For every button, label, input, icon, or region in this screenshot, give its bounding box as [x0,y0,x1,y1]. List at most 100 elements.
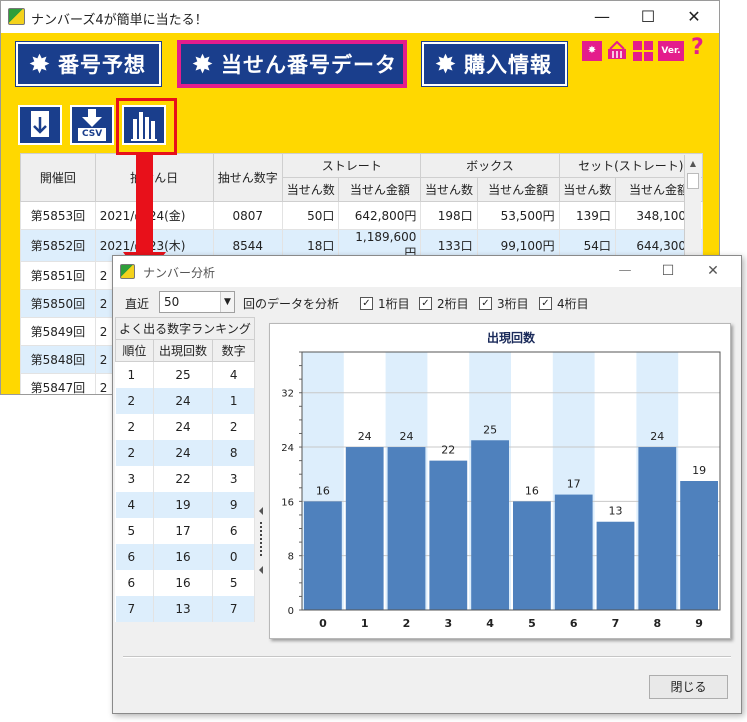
basket-icon[interactable] [606,40,628,61]
csv-export-button[interactable]: CSV [70,105,114,145]
footer-divider [123,656,731,658]
bar-value-label: 25 [483,423,497,436]
ranking-count: 13 [153,595,214,622]
burst-icon: ✸ [191,50,215,80]
ranking-digit: 0 [212,543,255,570]
y-tick-label: 32 [281,389,294,400]
ranking-row[interactable]: 4 19 9 [115,491,255,518]
scroll-up-icon[interactable]: ▲ [685,155,701,172]
import-button[interactable] [18,105,62,145]
ranking-row[interactable]: 2 24 1 [115,387,255,414]
frequency-chart-panel: 出現回数 0 8 16 24 32 16 0 24 1 24 2 22 3 25 4 16 5 17 6 13 7 24 8 1… [269,323,731,639]
header-number[interactable]: 抽せん数字 [212,153,284,202]
ranking-count: 25 [153,361,214,388]
table-row[interactable]: 第5853回 2021/○/24(金) 0807 50口 642,800円 198口 53,… [20,201,704,230]
main-window-title: ナンバーズ4が簡単に当たる！ [31,13,208,28]
ranking-header-digit[interactable]: 数字 [212,339,255,362]
chart-bar [429,460,468,610]
chart-bar [596,521,635,610]
y-tick-label: 16 [281,497,294,508]
cell-round: 第5851回 [20,261,96,290]
ranking-digit: 2 [212,413,255,440]
range-select[interactable]: 50 ▼ [159,291,235,313]
scroll-thumb[interactable] [687,173,699,189]
header-straight-amount[interactable]: 当せん金額 [338,177,422,202]
digit-4-label: 4桁目 [557,297,589,311]
bar-value-label: 13 [609,505,623,518]
x-tick-label: 0 [319,617,327,630]
header-box: ボックス [420,153,560,178]
minimize-button[interactable]: — [587,5,617,29]
splitter-handle[interactable] [257,317,265,647]
nav-winning-data-button[interactable]: ✸ 当せん番号データ [179,42,405,86]
ranking-row[interactable]: 5 17 6 [115,517,255,544]
header-straight-count[interactable]: 当せん数 [282,177,340,202]
x-tick-label: 7 [612,617,620,630]
ranking-row[interactable]: 1 25 4 [115,361,255,388]
x-tick-label: 8 [653,617,661,630]
analysis-highlight-box [116,98,177,155]
digit-2-checkbox[interactable]: ✓ 2桁目 [419,295,469,312]
main-titlebar: ナンバーズ4が簡単に当たる！ — ☐ ✕ [1,1,719,33]
x-tick-label: 4 [486,617,494,630]
ranking-count: 16 [153,543,214,570]
header-box-amount[interactable]: 当せん金額 [476,177,560,202]
ranking-count: 24 [153,439,214,466]
analysis-close-window-button[interactable]: ✕ [698,259,728,283]
import-icon [31,111,49,137]
digit-4-checkbox[interactable]: ✓ 4桁目 [539,295,589,312]
bar-value-label: 17 [567,478,581,491]
x-tick-label: 9 [695,617,703,630]
checkmark-icon[interactable]: ✓ [479,297,492,310]
chevron-down-icon[interactable]: ▼ [220,292,234,312]
digit-3-label: 3桁目 [497,297,529,311]
cell-round: 第5847回 [20,373,96,394]
chart-bar [554,494,593,610]
ranking-row[interactable]: 6 16 0 [115,543,255,570]
nav-prediction-button[interactable]: ✸ 番号予想 [16,42,161,86]
digit-2-label: 2桁目 [437,297,469,311]
nav-purchase-button[interactable]: ✸ 購入情報 [422,42,567,86]
ranking-digit: 6 [212,517,255,544]
digit-3-checkbox[interactable]: ✓ 3桁目 [479,295,529,312]
ranking-row[interactable]: 6 16 5 [115,569,255,596]
close-window-button[interactable]: ✕ [679,5,709,29]
burst-small-icon[interactable]: ✸ [582,41,602,61]
header-straight: ストレート [282,153,422,178]
analysis-minimize-button[interactable]: — [610,259,640,283]
checkmark-icon[interactable]: ✓ [539,297,552,310]
header-box-count[interactable]: 当せん数 [420,177,478,202]
header-set-count[interactable]: 当せん数 [558,177,616,202]
ranking-header-count[interactable]: 出現回数 [152,339,214,362]
help-icon[interactable]: ? [691,35,704,60]
maximize-button[interactable]: ☐ [633,5,663,29]
ranking-row[interactable]: 2 24 8 [115,439,255,466]
range-value: 50 [164,295,180,309]
ranking-row[interactable]: 7 13 7 [115,595,255,622]
header-round[interactable]: 開催回 [20,153,96,202]
chart-bar [638,447,677,610]
ranking-rank: 3 [115,465,154,492]
header-date[interactable]: 抽せん日 [94,153,214,202]
ranking-row[interactable]: 3 22 3 [115,465,255,492]
burst-icon: ✸ [28,50,52,80]
grid-icon[interactable] [633,41,653,61]
checkmark-icon[interactable]: ✓ [360,297,373,310]
checkmark-icon[interactable]: ✓ [419,297,432,310]
cell-round: 第5852回 [20,229,96,262]
ranking-rank: 1 [115,361,154,388]
version-button[interactable]: Ver. [658,41,684,61]
digit-1-checkbox[interactable]: ✓ 1桁目 [360,295,410,312]
ranking-header-rank[interactable]: 順位 [115,339,154,362]
header-set: セット(ストレート) [558,153,704,178]
x-tick-label: 5 [528,617,536,630]
analysis-maximize-button[interactable]: ☐ [653,259,683,283]
ranking-row[interactable]: 2 24 2 [115,413,255,440]
cell-round: 第5848回 [20,345,96,374]
ranking-digit: 1 [212,387,255,414]
analysis-controls: 直近 50 ▼ 回のデータを分析 ✓ 1桁目 ✓ 2桁目 ✓ 3桁目 ✓ 4桁目 [113,291,741,315]
close-button[interactable]: 閉じる [649,675,728,699]
ranking-rank: 6 [115,543,154,570]
csv-label: CSV [82,129,103,139]
cell-b_cnt: 198口 [420,201,478,230]
